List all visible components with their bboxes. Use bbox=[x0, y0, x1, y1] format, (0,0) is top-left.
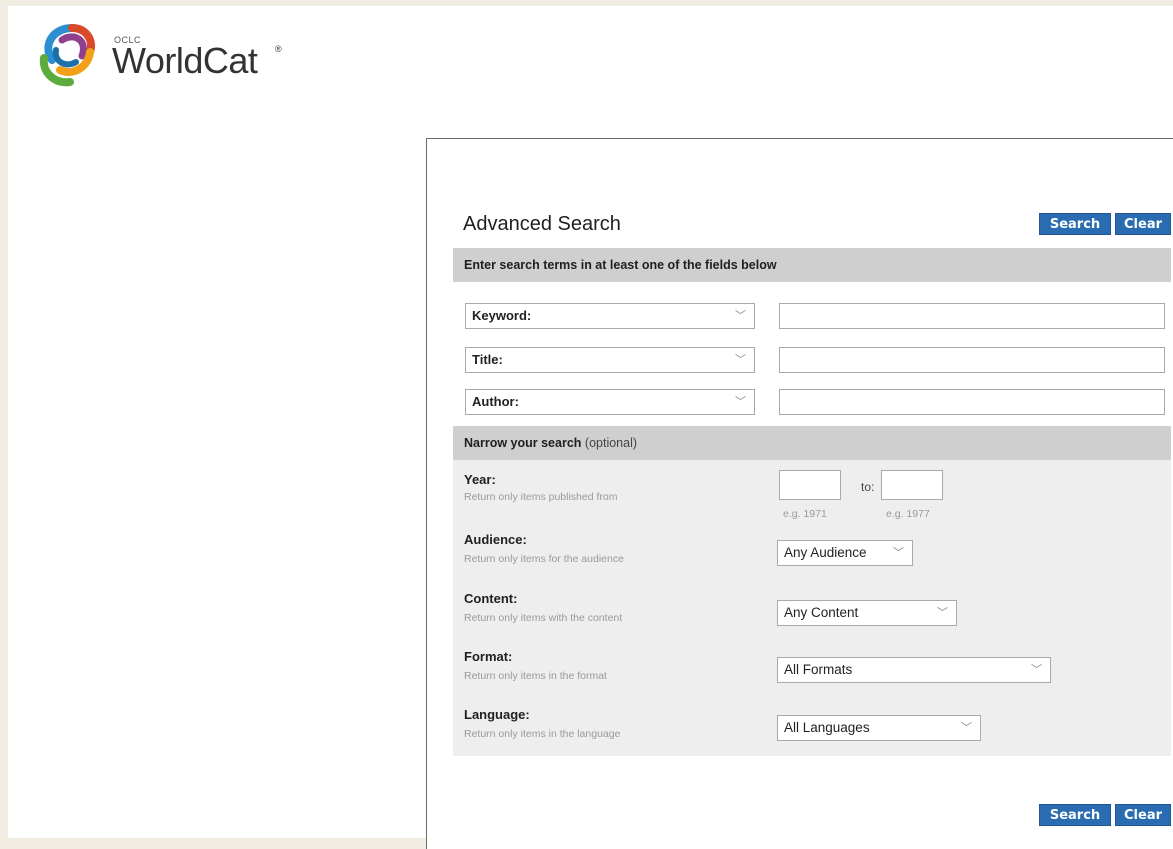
language-hint: Return only items in the language bbox=[464, 728, 621, 740]
page: OCLC WorldCat ® Advanced Search Search C… bbox=[8, 6, 1173, 849]
year-to-example: e.g. 1977 bbox=[886, 508, 930, 520]
field-select-title[interactable]: Title: ﹀ bbox=[465, 347, 755, 373]
content-select-value: Any Content bbox=[784, 605, 859, 620]
field-select-author-value: Author: bbox=[472, 394, 519, 409]
clear-button-bottom[interactable]: Clear bbox=[1115, 804, 1171, 826]
format-select[interactable]: All Formats ﹀ bbox=[777, 657, 1051, 683]
content-label: Content: bbox=[464, 591, 518, 606]
audience-select[interactable]: Any Audience ﹀ bbox=[777, 540, 913, 566]
logo-trademark: ® bbox=[275, 44, 282, 54]
advanced-search-panel: Advanced Search Search Clear Enter searc… bbox=[426, 138, 1173, 849]
content-select[interactable]: Any Content ﹀ bbox=[777, 600, 957, 626]
narrow-section: Year: Return only items published from t… bbox=[453, 460, 1171, 756]
audience-select-value: Any Audience bbox=[784, 545, 867, 560]
narrow-band: Narrow your search (optional) bbox=[453, 426, 1171, 460]
format-label: Format: bbox=[464, 649, 513, 664]
language-select-value: All Languages bbox=[784, 720, 870, 735]
year-to-label: to: bbox=[861, 480, 875, 494]
year-from-input[interactable] bbox=[779, 470, 841, 500]
format-select-value: All Formats bbox=[784, 662, 853, 677]
audience-label: Audience: bbox=[464, 532, 527, 547]
field-select-title-value: Title: bbox=[472, 352, 503, 367]
title-input[interactable] bbox=[779, 347, 1165, 373]
chevron-down-icon: ﹀ bbox=[735, 395, 746, 408]
worldcat-logo[interactable]: OCLC WorldCat ® bbox=[32, 20, 292, 100]
chevron-down-icon: ﹀ bbox=[893, 546, 904, 559]
language-label: Language: bbox=[464, 707, 530, 722]
year-hint: Return only items published from bbox=[464, 491, 618, 503]
format-hint: Return only items in the format bbox=[464, 670, 607, 682]
chevron-down-icon: ﹀ bbox=[961, 721, 972, 734]
field-select-author[interactable]: Author: ﹀ bbox=[465, 389, 755, 415]
keyword-input[interactable] bbox=[779, 303, 1165, 329]
chevron-down-icon: ﹀ bbox=[937, 606, 948, 619]
chevron-down-icon: ﹀ bbox=[735, 309, 746, 322]
year-from-example: e.g. 1971 bbox=[783, 508, 827, 520]
year-to-input[interactable] bbox=[881, 470, 943, 500]
search-button-bottom[interactable]: Search bbox=[1039, 804, 1111, 826]
clear-button-top[interactable]: Clear bbox=[1115, 213, 1171, 235]
narrow-optional: (optional) bbox=[584, 436, 638, 450]
language-select[interactable]: All Languages ﹀ bbox=[777, 715, 981, 741]
page-title: Advanced Search bbox=[463, 213, 621, 235]
logo-name-text: WorldCat bbox=[112, 40, 258, 81]
field-select-keyword-value: Keyword: bbox=[472, 308, 532, 323]
chevron-down-icon: ﹀ bbox=[1031, 663, 1042, 676]
chevron-down-icon: ﹀ bbox=[735, 353, 746, 366]
year-label: Year: bbox=[464, 472, 496, 487]
narrow-heading: Narrow your search bbox=[464, 436, 582, 450]
audience-hint: Return only items for the audience bbox=[464, 553, 624, 565]
content-hint: Return only items with the content bbox=[464, 612, 623, 624]
author-input[interactable] bbox=[779, 389, 1165, 415]
worldcat-logo-icon bbox=[39, 24, 95, 87]
search-button-top[interactable]: Search bbox=[1039, 213, 1111, 235]
field-select-keyword[interactable]: Keyword: ﹀ bbox=[465, 303, 755, 329]
instruction-band: Enter search terms in at least one of th… bbox=[453, 248, 1171, 282]
